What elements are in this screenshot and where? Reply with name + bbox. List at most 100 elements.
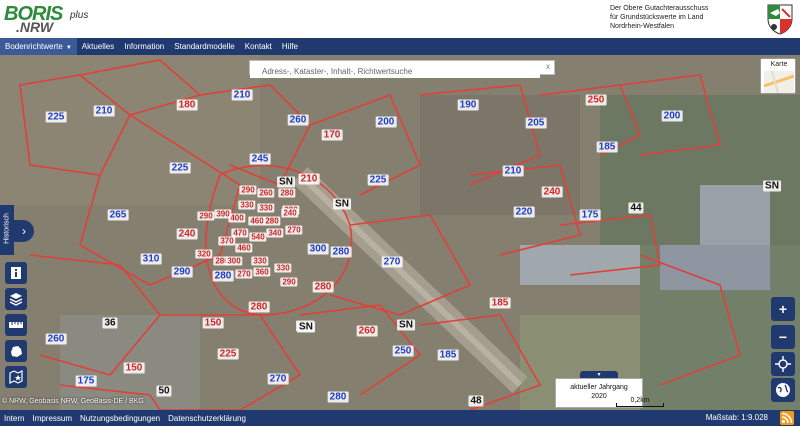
region-button[interactable] xyxy=(5,340,27,362)
land-value-label[interactable]: SN xyxy=(333,198,351,210)
land-value-label[interactable]: 44 xyxy=(628,202,644,214)
land-value-label[interactable]: 280 xyxy=(278,188,296,198)
land-value-label[interactable]: 225 xyxy=(169,162,191,174)
land-value-label[interactable]: 320 xyxy=(195,249,213,259)
land-value-label[interactable]: 270 xyxy=(235,269,253,279)
nav-standardmodelle[interactable]: Standardmodelle xyxy=(169,38,239,55)
land-value-label[interactable]: 260 xyxy=(45,333,67,345)
land-value-label[interactable]: 220 xyxy=(513,206,535,218)
nav-information[interactable]: Information xyxy=(119,38,169,55)
land-value-label[interactable]: 270 xyxy=(267,373,289,385)
land-value-label[interactable]: 290 xyxy=(171,266,193,278)
land-value-label[interactable]: 290 xyxy=(239,185,257,195)
boris-logo[interactable]: BORIS plus .NRW xyxy=(4,3,154,35)
nav-aktuelles[interactable]: Aktuelles xyxy=(77,38,119,55)
land-value-label[interactable]: 180 xyxy=(176,99,198,111)
land-value-label[interactable]: 360 xyxy=(253,267,271,277)
land-value-label[interactable]: 260 xyxy=(356,325,378,337)
land-value-label[interactable]: 280 xyxy=(263,216,281,226)
land-value-label[interactable]: 330 xyxy=(251,256,269,266)
land-value-label[interactable]: 240 xyxy=(541,186,563,198)
land-value-label[interactable]: 340 xyxy=(266,228,284,238)
land-value-label[interactable]: 225 xyxy=(45,111,67,123)
land-value-label[interactable]: SN xyxy=(397,319,415,331)
land-value-label[interactable]: 225 xyxy=(367,174,389,186)
land-value-label[interactable]: 210 xyxy=(502,165,524,177)
footer-link-nutzungsbedingungen[interactable]: Nutzungsbedingungen xyxy=(76,414,164,423)
land-value-label[interactable]: 50 xyxy=(156,385,172,397)
footer-link-datenschutz[interactable]: Datenschutzerklärung xyxy=(164,414,250,423)
layers-button[interactable] xyxy=(5,288,27,310)
land-value-label[interactable]: 210 xyxy=(231,89,253,101)
land-value-label[interactable]: 300 xyxy=(225,256,243,266)
land-value-label[interactable]: 460 xyxy=(235,243,253,253)
land-value-label[interactable]: 175 xyxy=(75,375,97,387)
land-value-label[interactable]: 310 xyxy=(140,253,162,265)
zoom-out-button[interactable]: − xyxy=(771,325,795,349)
land-value-label[interactable]: SN xyxy=(763,180,781,192)
land-value-label[interactable]: 205 xyxy=(525,117,547,129)
land-value-label[interactable]: 175 xyxy=(579,209,601,221)
search-input[interactable] xyxy=(250,65,540,78)
land-value-label[interactable]: 280 xyxy=(248,301,270,313)
land-value-label[interactable]: 36 xyxy=(102,317,118,329)
land-value-label[interactable]: 250 xyxy=(392,345,414,357)
header: BORIS plus .NRW Der Obere Gutachteraussc… xyxy=(0,0,800,38)
locate-button[interactable] xyxy=(771,352,795,376)
land-value-label[interactable]: SN xyxy=(297,321,315,333)
nav-bodenrichtwerte[interactable]: Bodenrichtwerte ▼ xyxy=(0,38,77,55)
land-value-label[interactable]: 290 xyxy=(280,277,298,287)
land-value-label[interactable]: 240 xyxy=(176,228,198,240)
land-value-label[interactable]: 330 xyxy=(257,203,275,213)
land-value-label[interactable]: 210 xyxy=(298,173,320,185)
bookmark-button[interactable] xyxy=(5,366,27,388)
land-value-label[interactable]: 185 xyxy=(437,349,459,361)
basemap-toggle[interactable]: Karte xyxy=(760,58,796,94)
land-value-label[interactable]: 280 xyxy=(312,281,334,293)
land-value-label[interactable]: 270 xyxy=(285,225,303,235)
aerial-basemap xyxy=(0,55,800,410)
land-value-label[interactable]: 210 xyxy=(93,105,115,117)
measure-button[interactable] xyxy=(5,314,27,336)
land-value-label[interactable]: 150 xyxy=(202,317,224,329)
land-value-label[interactable]: 245 xyxy=(249,153,271,165)
land-value-label[interactable]: 150 xyxy=(123,362,145,374)
nav-kontakt[interactable]: Kontakt xyxy=(240,38,277,55)
globe-button[interactable] xyxy=(771,378,795,402)
land-value-label[interactable]: 260 xyxy=(257,188,275,198)
rss-icon[interactable] xyxy=(780,411,794,425)
land-value-label[interactable]: 170 xyxy=(321,129,343,141)
land-value-label[interactable]: 290 xyxy=(197,211,215,221)
land-value-label[interactable]: 280 xyxy=(330,246,352,258)
land-value-label[interactable]: 260 xyxy=(287,114,309,126)
land-value-label[interactable]: 540 xyxy=(249,232,267,242)
historisch-tab[interactable]: Historisch xyxy=(0,205,14,255)
land-value-label[interactable]: 330 xyxy=(274,263,292,273)
land-value-label[interactable]: 270 xyxy=(381,256,403,268)
land-value-label[interactable]: 280 xyxy=(327,391,349,403)
footer-link-intern[interactable]: Intern xyxy=(0,414,28,423)
nav-hilfe[interactable]: Hilfe xyxy=(277,38,303,55)
land-value-label[interactable]: 200 xyxy=(661,110,683,122)
map-canvas[interactable]: x Karte 225 210 180 210 260 170 200 190 205 250 20… xyxy=(0,55,800,410)
land-value-label[interactable]: 390 xyxy=(214,209,232,219)
land-value-label[interactable]: 280 xyxy=(212,270,234,282)
land-value-label[interactable]: 190 xyxy=(457,99,479,111)
land-value-label[interactable]: 240 xyxy=(281,208,299,218)
land-value-label[interactable]: 200 xyxy=(375,116,397,128)
land-value-label[interactable]: 300 xyxy=(307,243,329,255)
land-value-label[interactable]: SN xyxy=(277,176,295,188)
land-value-label[interactable]: 370 xyxy=(218,236,236,246)
land-value-label[interactable]: 48 xyxy=(468,395,484,407)
land-value-label[interactable]: 185 xyxy=(596,141,618,153)
land-value-label[interactable]: 330 xyxy=(238,200,256,210)
zoom-in-button[interactable]: + xyxy=(771,297,795,321)
land-value-label[interactable]: 265 xyxy=(107,209,129,221)
close-icon[interactable]: x xyxy=(546,62,550,71)
footer-link-impressum[interactable]: Impressum xyxy=(28,414,76,423)
info-button[interactable] xyxy=(5,262,27,284)
land-value-label[interactable]: 225 xyxy=(217,348,239,360)
land-value-label[interactable]: 185 xyxy=(489,297,511,309)
nrw-map-icon xyxy=(11,346,22,357)
land-value-label[interactable]: 250 xyxy=(585,94,607,106)
